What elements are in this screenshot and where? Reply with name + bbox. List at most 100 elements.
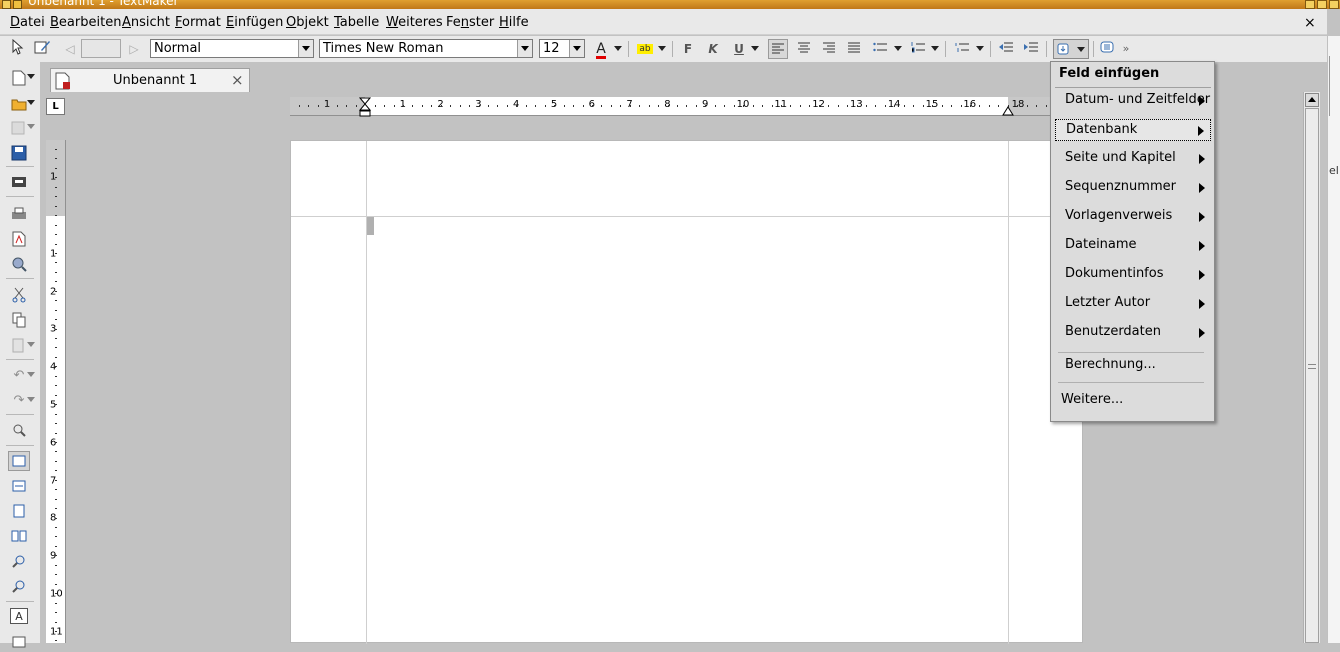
right-indent-marker-icon[interactable] xyxy=(1002,103,1014,116)
tab-unbenannt-1[interactable]: Unbenannt 1 × xyxy=(50,68,250,92)
horizontal-ruler[interactable]: 11234567891011121314151618 xyxy=(290,97,1050,117)
menu-item-sequenznummer[interactable]: Sequenznummer xyxy=(1055,177,1211,199)
underline-dropdown-icon[interactable] xyxy=(751,46,759,51)
menu-item-seite-kapitel[interactable]: Seite und Kapitel xyxy=(1055,148,1211,170)
font-select[interactable]: Times New Roman xyxy=(319,39,533,58)
ruler-tick xyxy=(55,290,57,292)
print-icon[interactable] xyxy=(8,204,30,224)
underline-button[interactable]: U xyxy=(729,39,749,59)
full-page-icon[interactable] xyxy=(8,501,30,521)
print-preview-icon[interactable] xyxy=(8,172,30,192)
highlight-dropdown-icon[interactable] xyxy=(658,46,666,51)
menu-item-dokumentinfos[interactable]: Dokumentinfos xyxy=(1055,264,1211,286)
menu-einfuegen[interactable]: Einfügen xyxy=(226,15,283,30)
copy-icon[interactable] xyxy=(8,310,30,330)
numbering-dropdown-icon[interactable] xyxy=(931,46,939,51)
bold-button[interactable]: F xyxy=(678,39,698,59)
two-pages-icon[interactable] xyxy=(8,526,30,546)
justify-button[interactable] xyxy=(844,39,864,59)
menu-item-weitere[interactable]: Weitere... xyxy=(1055,390,1211,412)
menu-objekt[interactable]: Objekt xyxy=(286,15,329,30)
list-frame-icon[interactable] xyxy=(8,632,30,652)
email-icon[interactable] xyxy=(8,254,30,274)
scroll-up-button[interactable] xyxy=(1305,93,1319,107)
vertical-ruler[interactable]: 11234567891011 xyxy=(46,140,66,643)
maximize-button[interactable] xyxy=(1317,0,1327,9)
page-width-icon[interactable] xyxy=(8,476,30,496)
menu-hilfe[interactable]: Hilfe xyxy=(499,15,529,30)
search-icon[interactable] xyxy=(8,420,30,440)
vertical-scrollbar[interactable] xyxy=(1303,92,1320,643)
menu-item-datenbank[interactable]: Datenbank xyxy=(1055,119,1211,141)
menu-item-benutzerdaten[interactable]: Benutzerdaten xyxy=(1055,322,1211,344)
menu-format[interactable]: Format xyxy=(175,15,221,30)
ruler-tick xyxy=(55,271,57,273)
toolbar-separator xyxy=(6,601,34,602)
scroll-thumb[interactable] xyxy=(1305,108,1319,643)
font-color-button[interactable]: A xyxy=(591,39,611,59)
comment-field-button[interactable] xyxy=(1097,39,1117,59)
text-frame-icon[interactable]: A xyxy=(10,608,28,624)
toolbar-overflow-button[interactable]: » xyxy=(1116,39,1136,59)
menu-item-vorlagenverweis[interactable]: Vorlagenverweis xyxy=(1055,206,1211,228)
close-window-button[interactable] xyxy=(1329,0,1339,9)
redo-dropdown-icon[interactable] xyxy=(27,397,35,402)
chevron-down-icon[interactable] xyxy=(517,40,532,57)
menu-item-dateiname[interactable]: Dateiname xyxy=(1055,235,1211,257)
zoom-in-icon[interactable] xyxy=(8,551,30,571)
paragraph-number-field[interactable] xyxy=(81,39,121,58)
menu-item-datum-zeitfelder[interactable]: Datum- und Zeitfelder xyxy=(1055,90,1211,112)
numbered-list-button[interactable] xyxy=(908,39,928,59)
outline-dropdown-icon[interactable] xyxy=(976,46,984,51)
bullet-list-button[interactable] xyxy=(870,39,890,59)
italic-button[interactable]: K xyxy=(703,39,723,59)
prev-arrow-icon[interactable]: ◁ xyxy=(60,39,80,59)
save-all-dropdown-icon[interactable] xyxy=(27,124,35,129)
highlight-button[interactable]: ab xyxy=(635,39,655,59)
zoom-out-icon[interactable] xyxy=(8,576,30,596)
zoom-100-icon[interactable] xyxy=(8,451,30,471)
insert-field-dropdown-icon[interactable] xyxy=(1077,47,1085,52)
style-select[interactable]: Normal xyxy=(150,39,314,58)
cut-icon[interactable] xyxy=(8,285,30,305)
chevron-down-icon[interactable] xyxy=(569,40,584,57)
decrease-indent-button[interactable] xyxy=(996,39,1016,59)
tab-stop-selector[interactable]: L xyxy=(46,98,65,115)
undo-dropdown-icon[interactable] xyxy=(27,372,35,377)
menu-item-letzter-autor[interactable]: Letzter Autor xyxy=(1055,293,1211,315)
menu-weiteres[interactable]: Weiteres xyxy=(386,15,443,30)
paste-dropdown-icon[interactable] xyxy=(27,342,35,347)
align-center-button[interactable] xyxy=(794,39,814,59)
document-page[interactable] xyxy=(290,140,1084,644)
font-size-select[interactable]: 12 xyxy=(539,39,585,58)
open-dropdown-icon[interactable] xyxy=(27,100,35,105)
pointer-icon[interactable] xyxy=(7,38,27,59)
ruler-tick xyxy=(55,508,57,510)
tab-close-icon[interactable]: × xyxy=(231,71,244,89)
chevron-down-icon[interactable] xyxy=(298,40,313,57)
menu-ansicht[interactable]: Ansicht xyxy=(122,15,170,30)
outline-button[interactable] xyxy=(952,39,972,59)
minimize-button[interactable] xyxy=(1305,0,1315,9)
menu-fenster[interactable]: Fenster xyxy=(446,15,494,30)
insert-field-button[interactable] xyxy=(1053,39,1089,59)
align-right-button[interactable] xyxy=(819,39,839,59)
indent-marker-icon[interactable] xyxy=(359,97,371,117)
top-margin-guide xyxy=(291,216,1084,217)
tab-label: Unbenannt 1 xyxy=(113,73,198,88)
close-document-icon[interactable]: × xyxy=(1304,15,1316,31)
edit-style-icon[interactable] xyxy=(32,39,52,59)
ruler-tick xyxy=(903,105,905,107)
next-arrow-icon[interactable]: ▷ xyxy=(124,39,144,59)
font-color-dropdown-icon[interactable] xyxy=(614,46,622,51)
menu-datei[interactable]: Datei xyxy=(10,15,45,30)
align-left-button[interactable] xyxy=(768,39,788,59)
bullet-dropdown-icon[interactable] xyxy=(894,46,902,51)
menu-tabelle[interactable]: Tabelle xyxy=(334,15,379,30)
increase-indent-button[interactable] xyxy=(1021,39,1041,59)
menu-item-berechnung[interactable]: Berechnung... xyxy=(1055,355,1211,377)
save-icon[interactable] xyxy=(8,143,30,163)
menu-bearbeiten[interactable]: Bearbeiten xyxy=(50,15,121,30)
export-pdf-icon[interactable] xyxy=(8,229,30,249)
new-dropdown-icon[interactable] xyxy=(27,74,35,79)
